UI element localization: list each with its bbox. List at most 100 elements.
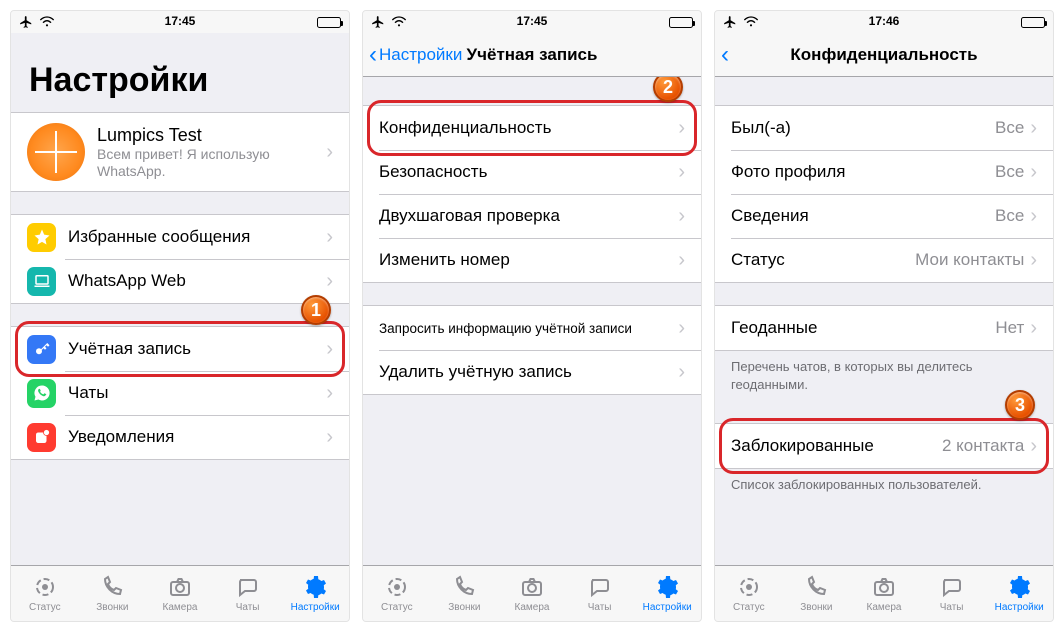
tab-calls[interactable]: Звонки [783,566,851,621]
tab-status[interactable]: Статус [363,566,431,621]
camera-icon [167,574,193,600]
group-blocked: 3 Заблокированные 2 контакта › [715,423,1053,469]
airplane-icon [19,15,33,29]
status-ring-icon [32,574,58,600]
row-delete-account[interactable]: Удалить учётную запись › [363,350,701,394]
chevron-right-icon: › [326,382,333,405]
content-area[interactable]: 2 Конфиденциальность › Безопасность › Дв… [363,77,701,565]
row-blocked[interactable]: Заблокированные 2 контакта › [715,424,1053,468]
row-notifications[interactable]: Уведомления › [11,415,349,459]
status-bar: 17:45 [363,11,701,33]
chats-icon [587,574,613,600]
row-label: Заблокированные [731,436,942,456]
tab-camera[interactable]: Камера [498,566,566,621]
row-label: Чаты [68,383,326,403]
content-area[interactable]: Был(-а) Все › Фото профиля Все › Сведени… [715,77,1053,565]
chevron-right-icon: › [678,317,685,340]
tab-label: Настройки [995,602,1044,613]
row-about[interactable]: Сведения Все › [715,194,1053,238]
gear-icon [654,574,680,600]
row-value: Мои контакты [915,250,1024,270]
tab-chats[interactable]: Чаты [918,566,986,621]
tab-settings[interactable]: Настройки [633,566,701,621]
chevron-right-icon: › [678,117,685,140]
tab-settings[interactable]: Настройки [985,566,1053,621]
row-privacy[interactable]: Конфиденциальность › [363,106,701,150]
row-label: Запросить информацию учётной записи [379,321,678,336]
row-request-info[interactable]: Запросить информацию учётной записи › [363,306,701,350]
row-label: Сведения [731,206,995,226]
row-label: Двухшаговая проверка [379,206,678,226]
row-starred[interactable]: Избранные сообщения › [11,215,349,259]
phone-icon [451,574,477,600]
row-last-seen[interactable]: Был(-а) Все › [715,106,1053,150]
chevron-right-icon: › [1030,249,1037,272]
row-security[interactable]: Безопасность › [363,150,701,194]
row-account[interactable]: Учётная запись › [11,327,349,371]
tab-bar: Статус Звонки Камера Чаты Настройки [363,565,701,621]
chevron-right-icon: › [1030,205,1037,228]
back-button[interactable]: ‹ [721,33,731,76]
row-label: WhatsApp Web [68,271,326,291]
chevron-right-icon: › [1030,161,1037,184]
screen-account: 17:45 ‹ Настройки Учётная запись 2 Конфи… [362,10,702,622]
tab-calls[interactable]: Звонки [431,566,499,621]
tab-bar: Статус Звонки Камера Чаты Настройки [11,565,349,621]
group-account-1: 2 Конфиденциальность › Безопасность › Дв… [363,105,701,283]
content-area[interactable]: Настройки Lumpics Test Всем привет! Я ис… [11,33,349,565]
tab-label: Камера [515,602,550,613]
chats-icon [939,574,965,600]
tab-label: Статус [381,602,413,613]
whatsapp-icon [27,379,56,408]
row-value: Все [995,118,1024,138]
tab-label: Чаты [236,602,260,613]
chevron-right-icon: › [326,226,333,249]
battery-icon [669,17,693,28]
page-title: Настройки [11,33,349,112]
wifi-icon [743,16,759,28]
profile-name: Lumpics Test [97,125,326,146]
row-twostep[interactable]: Двухшаговая проверка › [363,194,701,238]
tab-label: Звонки [448,602,480,613]
row-status[interactable]: Статус Мои контакты › [715,238,1053,282]
back-button[interactable]: ‹ Настройки [369,33,462,76]
row-label: Статус [731,250,915,270]
row-label: Конфиденциальность [379,118,678,138]
profile-status: Всем привет! Я использую WhatsApp. [97,146,326,180]
status-ring-icon [384,574,410,600]
step-badge-3: 3 [1005,390,1035,420]
chevron-right-icon: › [1030,435,1037,458]
chevron-right-icon: › [678,249,685,272]
row-label: Удалить учётную запись [379,362,678,382]
profile-row[interactable]: Lumpics Test Всем привет! Я использую Wh… [11,113,349,191]
tab-status[interactable]: Статус [11,566,79,621]
tab-settings[interactable]: Настройки [281,566,349,621]
tab-chats[interactable]: Чаты [566,566,634,621]
row-whatsapp-web[interactable]: WhatsApp Web › [11,259,349,303]
row-live-location[interactable]: Геоданные Нет › [715,306,1053,350]
tab-bar: Статус Звонки Камера Чаты Настройки [715,565,1053,621]
nav-title: Учётная запись [467,45,598,65]
tab-chats[interactable]: Чаты [214,566,282,621]
phone-icon [99,574,125,600]
row-label: Безопасность [379,162,678,182]
laptop-icon [27,267,56,296]
tab-label: Настройки [291,602,340,613]
tab-calls[interactable]: Звонки [79,566,147,621]
step-badge-1: 1 [301,295,331,325]
tab-status[interactable]: Статус [715,566,783,621]
row-change-number[interactable]: Изменить номер › [363,238,701,282]
airplane-icon [723,15,737,29]
step-badge-2: 2 [653,77,683,102]
row-chats[interactable]: Чаты › [11,371,349,415]
key-icon [27,335,56,364]
chevron-right-icon: › [678,205,685,228]
row-profile-photo[interactable]: Фото профиля Все › [715,150,1053,194]
avatar [27,123,85,181]
tab-camera[interactable]: Камера [146,566,214,621]
footer-blocked: Список заблокированных пользователей. [715,469,1053,494]
row-label: Избранные сообщения [68,227,326,247]
chevron-right-icon: › [1030,317,1037,340]
row-value: Нет [995,318,1024,338]
tab-camera[interactable]: Камера [850,566,918,621]
